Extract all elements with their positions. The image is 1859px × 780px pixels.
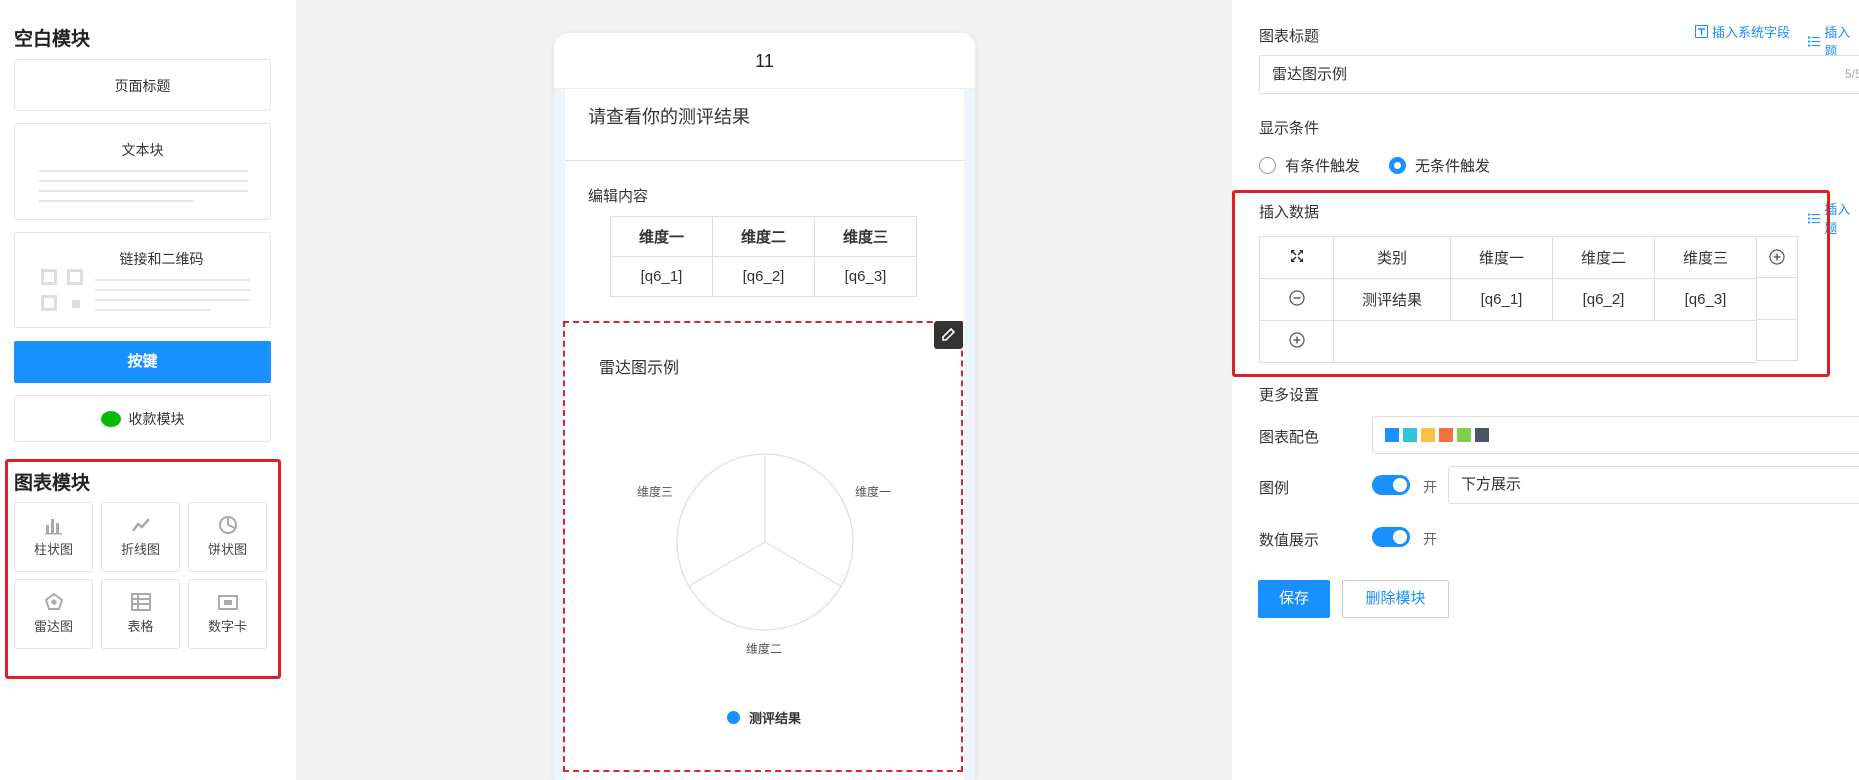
radar-axis-label: 维度二 bbox=[746, 642, 783, 656]
divider bbox=[565, 160, 964, 161]
page-title-module[interactable]: 页面标题 bbox=[14, 59, 271, 111]
value-toggle-text: 开 bbox=[1423, 531, 1437, 547]
insert-system-field-label: 插入系统字段 bbox=[1712, 25, 1791, 40]
preview-table[interactable]: 维度一 维度二 维度三 [q6_1] [q6_2] [q6_3] bbox=[610, 216, 917, 297]
color-swatch bbox=[1439, 428, 1453, 442]
placeholder-line bbox=[39, 170, 248, 172]
radio-conditional[interactable]: 有条件触发 bbox=[1259, 155, 1360, 176]
table-cell: [q6_2] bbox=[712, 256, 815, 297]
chart-module-highlight bbox=[5, 459, 281, 679]
radio-unconditional[interactable]: 无条件触发 bbox=[1389, 155, 1490, 176]
more-settings-label: 更多设置 bbox=[1259, 387, 1320, 404]
value-display-toggle[interactable] bbox=[1372, 527, 1410, 547]
delete-module-button[interactable]: 删除模块 bbox=[1342, 580, 1449, 618]
color-swatch bbox=[1403, 428, 1417, 442]
edit-pencil-icon[interactable] bbox=[934, 321, 963, 349]
placeholder-line bbox=[95, 289, 250, 291]
qr-code-icon bbox=[41, 269, 83, 311]
table-cell: [q6_3] bbox=[814, 256, 917, 297]
text-field-icon bbox=[1695, 25, 1708, 38]
blank-module-title: 空白模块 bbox=[14, 29, 91, 50]
payment-module-label: 收款模块 bbox=[128, 410, 185, 427]
result-title[interactable]: 请查看你的测评结果 bbox=[588, 103, 750, 129]
list-icon bbox=[1808, 36, 1821, 46]
chart-color-label: 图表配色 bbox=[1259, 429, 1320, 446]
table-cell: [q6_1] bbox=[610, 256, 713, 297]
value-display-label: 数值展示 bbox=[1259, 532, 1320, 549]
legend-position-value: 下方展示 bbox=[1461, 476, 1522, 493]
text-block-module-label: 文本块 bbox=[121, 142, 164, 158]
legend-label: 测评结果 bbox=[749, 711, 802, 726]
preview-header: 11 bbox=[554, 33, 975, 89]
color-swatch bbox=[1421, 428, 1435, 442]
radar-axis-label: 维度三 bbox=[637, 485, 674, 499]
placeholder-line bbox=[39, 190, 248, 192]
display-condition-label: 显示条件 bbox=[1259, 120, 1320, 137]
legend-toggle[interactable] bbox=[1372, 475, 1410, 495]
legend-position-select[interactable]: 下方展示 bbox=[1448, 466, 1859, 504]
legend-setting-label: 图例 bbox=[1259, 480, 1290, 497]
legend-dot bbox=[727, 711, 740, 724]
wechat-icon bbox=[100, 410, 121, 427]
title-char-count: 5/5 bbox=[1845, 67, 1859, 81]
radio-circle-selected bbox=[1389, 157, 1406, 174]
save-button[interactable]: 保存 bbox=[1258, 580, 1330, 618]
insert-data-highlight bbox=[1232, 190, 1830, 377]
placeholder-line bbox=[95, 299, 250, 301]
radio-label: 无条件触发 bbox=[1415, 158, 1491, 175]
table-header-cell: 维度二 bbox=[712, 216, 815, 257]
radio-circle bbox=[1259, 157, 1276, 174]
button-module[interactable]: 按键 bbox=[14, 341, 271, 383]
table-header-cell: 维度三 bbox=[814, 216, 917, 257]
chart-title-label: 图表标题 bbox=[1259, 28, 1320, 45]
placeholder-line bbox=[39, 180, 248, 182]
radar-legend: 测评结果 bbox=[727, 708, 801, 727]
insert-system-field-link[interactable]: 插入系统字段 bbox=[1695, 22, 1790, 41]
radar-chart bbox=[676, 453, 854, 631]
settings-panel: 图表标题 插入系统字段 插入题 雷达图示例 5/5 显示条件 有条件触发 无条件… bbox=[1232, 0, 1859, 780]
page-title-module-label: 页面标题 bbox=[114, 78, 171, 94]
placeholder-line bbox=[95, 279, 250, 281]
table-header-cell: 维度一 bbox=[610, 216, 713, 257]
text-block-module[interactable]: 文本块 bbox=[14, 123, 271, 220]
link-qr-module-label: 链接和二维码 bbox=[119, 251, 204, 267]
color-swatch bbox=[1457, 428, 1471, 442]
radar-title: 雷达图示例 bbox=[599, 360, 680, 377]
radio-label: 有条件触发 bbox=[1285, 158, 1361, 175]
radar-axis-label: 维度一 bbox=[855, 485, 892, 499]
color-swatch bbox=[1385, 428, 1399, 442]
color-swatch bbox=[1475, 428, 1489, 442]
edit-content-label[interactable]: 编辑内容 bbox=[588, 185, 648, 206]
chart-title-input[interactable]: 雷达图示例 bbox=[1259, 55, 1859, 94]
payment-module[interactable]: 收款模块 bbox=[14, 395, 271, 442]
color-scheme-select[interactable] bbox=[1372, 416, 1859, 454]
link-qr-module[interactable]: 链接和二维码 bbox=[14, 232, 271, 328]
legend-toggle-text: 开 bbox=[1423, 479, 1437, 495]
placeholder-line bbox=[95, 309, 210, 311]
placeholder-line bbox=[39, 200, 194, 202]
